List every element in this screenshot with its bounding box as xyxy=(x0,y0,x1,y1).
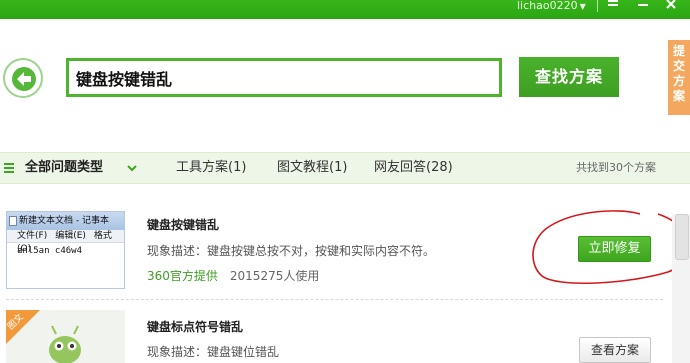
menu-icon[interactable] xyxy=(606,0,620,12)
notepad-content: anl5an c46w4 xyxy=(7,243,124,288)
android-robot-icon: 图文 xyxy=(6,310,81,363)
result-thumbnail[interactable]: 新建文本文档 - 记事本 文件(F)编辑(E)格式(O) anl5an c46w… xyxy=(6,211,125,289)
tab-tutorials[interactable]: 图文教程(1) xyxy=(277,153,347,183)
notepad-icon xyxy=(9,216,17,226)
notepad-title: 新建文本文档 - 记事本 xyxy=(19,216,109,226)
app-window: lichao0220▼ 查找方案 提交方案 全部问题类型 工具方案(1) 图文教… xyxy=(0,0,690,363)
result-count: 共找到30个方案 xyxy=(576,161,656,174)
chevron-down-icon[interactable] xyxy=(126,162,138,174)
back-arrow-icon xyxy=(12,67,36,91)
search-input[interactable] xyxy=(69,61,499,94)
user-menu[interactable]: lichao0220 ▼ xyxy=(517,0,586,14)
submit-solution-tab[interactable]: 提交方案 xyxy=(668,40,690,115)
result-title[interactable]: 键盘按键错乱 xyxy=(147,216,219,233)
result-source: 360官方提供 xyxy=(147,269,218,283)
username: lichao0220 xyxy=(517,0,578,12)
minimize-icon[interactable] xyxy=(636,0,650,12)
result-divider xyxy=(6,299,663,300)
all-categories-dropdown[interactable]: 全部问题类型 xyxy=(25,153,103,183)
notepad-title-bar: 新建文本文档 - 记事本 xyxy=(7,212,124,230)
result-thumbnail[interactable]: 图文 xyxy=(6,310,125,363)
notepad-menu-file: 文件(F) xyxy=(17,231,48,241)
result-user-count: 2015275人使用 xyxy=(229,269,320,283)
title-bar: lichao0220 ▼ xyxy=(0,0,690,19)
result-meta: 360官方提供 2015275人使用 xyxy=(147,267,319,284)
scrollbar[interactable] xyxy=(672,214,690,363)
search-box xyxy=(66,58,502,97)
tab-tool-solutions[interactable]: 工具方案(1) xyxy=(176,153,246,183)
scrollbar-thumb[interactable] xyxy=(675,214,689,260)
title-bar-divider xyxy=(597,0,598,12)
search-button[interactable]: 查找方案 xyxy=(519,57,619,97)
notepad-menu-edit: 编辑(E) xyxy=(55,231,86,241)
view-solution-button[interactable]: 查看方案 xyxy=(579,337,651,363)
close-icon[interactable] xyxy=(664,0,678,12)
tab-user-answers[interactable]: 网友回答(28) xyxy=(374,153,453,183)
list-icon xyxy=(4,163,14,174)
result-title[interactable]: 键盘标点符号错乱 xyxy=(147,318,243,335)
chevron-down-icon: ▼ xyxy=(579,2,586,11)
result-description: 现象描述：键盘键位错乱 xyxy=(147,345,280,359)
category-bar: 全部问题类型 工具方案(1) 图文教程(1) 网友回答(28) 共找到30个方案 xyxy=(0,152,690,184)
result-description: 现象描述：键盘按键总按不对，按键和实际内容不符。 xyxy=(147,244,436,258)
notepad-menu-bar: 文件(F)编辑(E)格式(O) xyxy=(7,230,124,254)
back-button[interactable] xyxy=(3,58,43,98)
fix-now-button[interactable]: 立即修复 xyxy=(578,236,651,262)
